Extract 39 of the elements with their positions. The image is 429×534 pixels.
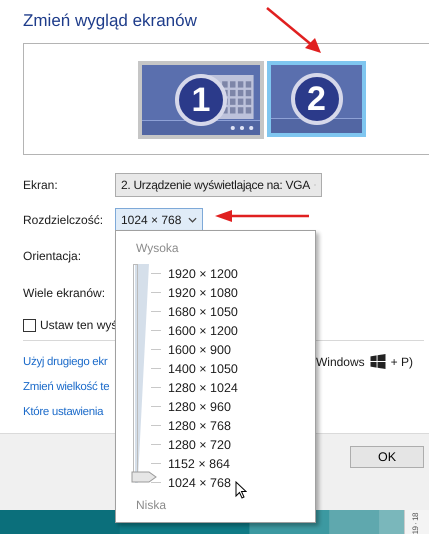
resolution-option[interactable]: 1280 × 960 [168, 400, 231, 414]
field-label: Ekran: [23, 178, 59, 192]
resolution-option[interactable]: 1920 × 1200 [168, 266, 238, 280]
mouse-cursor-icon [235, 481, 247, 499]
dropdown[interactable]: 2. Urządzenie wyświetlające na: VGA [115, 172, 322, 196]
shortcut-hint: + P) [390, 354, 413, 368]
link[interactable]: Zmień wielkość te [23, 380, 110, 392]
ok-button[interactable]: OK [350, 446, 424, 468]
windows-logo-icon [370, 354, 386, 369]
window-title: Zmień wygląd ekranów [23, 10, 197, 32]
monitor-number: 1 [175, 74, 227, 126]
dropdown[interactable]: 1024 × 768 [115, 208, 203, 232]
resolution-slider[interactable] [131, 264, 155, 483]
slider-thumb[interactable] [131, 471, 157, 483]
resolution-option[interactable]: 1600 × 900 [168, 342, 231, 356]
monitor-number: 2 [290, 73, 342, 125]
field-label: Orientacja: [23, 248, 82, 262]
high-label: Wysoka [136, 241, 180, 257]
resolution-option[interactable]: 1400 × 1050 [168, 362, 238, 376]
resolution-option[interactable]: 1680 × 1050 [168, 304, 238, 318]
link[interactable]: Użyj drugiego ekr [23, 356, 108, 368]
dots-icon [230, 125, 254, 131]
resolution-option[interactable]: 1600 × 1200 [168, 324, 238, 338]
resolution-option[interactable]: 1280 × 1024 [168, 380, 238, 394]
low-label: Niska [136, 498, 168, 514]
resolution-option[interactable]: 1920 × 1080 [168, 286, 238, 300]
checkbox[interactable] [23, 318, 36, 332]
link[interactable]: Które ustawienia [23, 406, 104, 418]
monitor-button[interactable]: 1 [138, 61, 264, 139]
monitor-button[interactable]: 2 [267, 61, 366, 137]
resolution-option[interactable]: 1024 × 768 [168, 476, 231, 490]
shortcut-hint: Windows [316, 354, 365, 368]
resolution-option[interactable]: 1280 × 768 [168, 418, 231, 432]
ruler-text: 19 · 18 [412, 512, 420, 534]
field-label: Wiele ekranów: [23, 286, 106, 300]
chevron-down-icon [188, 217, 197, 223]
resolution-option[interactable]: 1280 × 720 [168, 438, 231, 452]
field-label: Rozdzielczość: [23, 213, 104, 227]
resolution-option[interactable]: 1152 × 864 [168, 456, 230, 470]
